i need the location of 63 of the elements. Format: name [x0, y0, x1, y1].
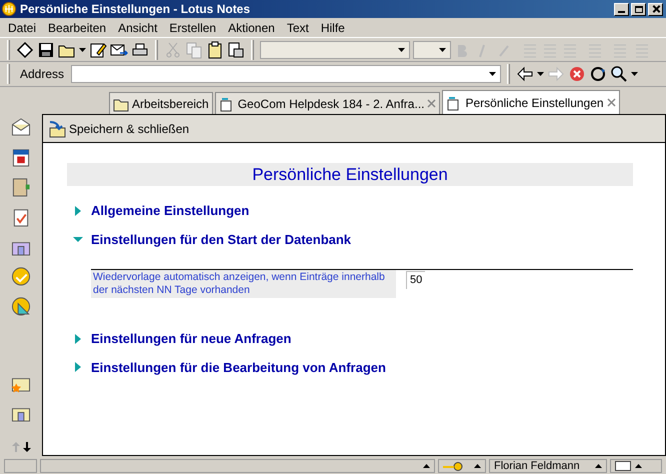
- up-caret-icon[interactable]: [423, 464, 430, 468]
- maximize-button[interactable]: [631, 2, 646, 16]
- diamond-icon[interactable]: [16, 40, 34, 58]
- down-arrow-icon[interactable]: [22, 442, 30, 452]
- field-label: Wiedervorlage automatisch anzeigen, wenn Einträge innerhalb der nächsten NN Tage vorhanden: [91, 270, 396, 298]
- collapsed-triangle-icon[interactable]: [73, 206, 83, 216]
- address-field[interactable]: [71, 65, 502, 83]
- tab[interactable]: Arbeitsbereich: [109, 92, 213, 114]
- printer-icon[interactable]: [131, 40, 149, 58]
- clipboard-icon[interactable]: [206, 40, 224, 58]
- checkmark-icon[interactable]: [10, 266, 32, 288]
- status-panel: [4, 459, 37, 473]
- save-and-close-button[interactable]: Speichern & schließen: [47, 120, 190, 138]
- close-button[interactable]: [648, 2, 663, 16]
- paste-icon[interactable]: [227, 40, 245, 58]
- stop-icon[interactable]: [568, 65, 586, 83]
- size-dropdown[interactable]: [413, 40, 451, 58]
- key-icon: [443, 462, 463, 470]
- refresh-icon[interactable]: [589, 65, 608, 83]
- address-label: Address: [19, 66, 66, 83]
- close-icon[interactable]: [606, 98, 616, 107]
- tab[interactable]: GeoCom Helpdesk 184 - 2. Anfra...: [214, 92, 440, 114]
- section-header[interactable]: Einstellungen für den Start der Datenbank: [67, 230, 633, 249]
- address-book-icon[interactable]: [10, 176, 32, 198]
- section-header[interactable]: Einstellungen für neue Anfragen: [67, 329, 633, 348]
- app-logo-icon: [2, 2, 16, 16]
- triangle-ruler-icon[interactable]: [10, 296, 32, 318]
- number-field[interactable]: 50: [406, 271, 426, 288]
- caret-icon[interactable]: [79, 48, 86, 52]
- save-icon[interactable]: [37, 40, 55, 58]
- caret-icon[interactable]: [398, 48, 405, 52]
- close-icon[interactable]: [427, 99, 436, 108]
- window-title: Persönliche Einstellungen - Lotus Notes: [20, 1, 252, 18]
- back-arrow-icon[interactable]: [516, 65, 534, 83]
- menu-item[interactable]: Aktionen: [222, 18, 281, 36]
- menu-item[interactable]: Datei: [2, 18, 42, 36]
- user-button[interactable]: Florian Feldmann: [489, 459, 607, 473]
- up-caret-icon[interactable]: [635, 464, 642, 468]
- expanded-triangle-icon[interactable]: [73, 234, 83, 244]
- collapsed-triangle-icon[interactable]: [73, 334, 83, 344]
- caret-icon[interactable]: [537, 72, 544, 76]
- caret-icon[interactable]: [439, 48, 446, 52]
- minimize-button[interactable]: [614, 2, 629, 16]
- section-header[interactable]: Einstellungen für die Bearbeitung von Anfragen: [67, 358, 633, 377]
- menu-item[interactable]: Erstellen: [163, 18, 222, 36]
- caret-icon[interactable]: [631, 72, 638, 76]
- collapsed-triangle-icon[interactable]: [73, 362, 83, 372]
- key-button[interactable]: [438, 459, 486, 473]
- form-heading: Persönliche Einstellungen: [67, 163, 633, 186]
- menu-item[interactable]: Text: [280, 18, 315, 36]
- up-caret-icon[interactable]: [474, 464, 481, 468]
- section-header[interactable]: Allgemeine Einstellungen: [67, 201, 633, 220]
- caret-icon[interactable]: [489, 72, 496, 76]
- menu-item[interactable]: Ansicht: [112, 18, 164, 36]
- inbox-button[interactable]: [610, 459, 662, 473]
- menu-item[interactable]: Bearbeiten: [42, 18, 112, 36]
- up-caret-icon[interactable]: [595, 464, 602, 468]
- menu-item[interactable]: Hilfe: [314, 18, 351, 36]
- save-folder-icon: [47, 120, 67, 138]
- tab[interactable]: Persönliche Einstellungen: [442, 90, 620, 114]
- search-icon[interactable]: [610, 65, 628, 83]
- pencil-icon[interactable]: [89, 40, 107, 58]
- calendar-icon[interactable]: [10, 146, 32, 168]
